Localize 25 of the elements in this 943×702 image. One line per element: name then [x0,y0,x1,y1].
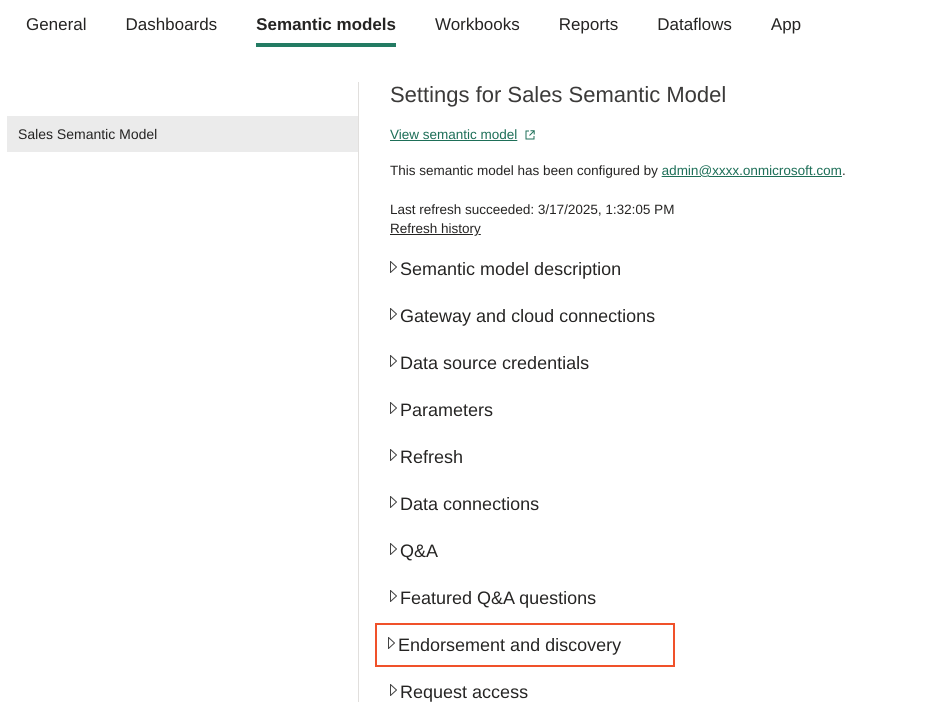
sidebar-item[interactable]: Sales Semantic Model [7,116,358,152]
external-link-icon [525,130,536,140]
nav-tab[interactable]: Semantic models [256,0,396,47]
nav-tab[interactable]: Workbooks [434,0,520,47]
section-header[interactable]: Semantic model description [390,259,622,279]
settings-title: Settings for Sales Semantic Model [390,81,726,109]
section-header[interactable]: Request access [390,682,528,702]
section-header[interactable]: Featured Q&A questions [390,588,596,608]
section-header[interactable]: Data source credentials [390,353,590,373]
section-header[interactable]: Gateway and cloud connections [390,306,656,326]
highlighted-section-header[interactable]: Endorsement and discovery [375,623,676,667]
admin-email-link[interactable]: admin@xxxx.onmicrosoft.com [662,163,842,178]
nav-tab[interactable]: Reports [558,0,618,47]
nav-tab[interactable]: Dataflows [657,0,732,47]
section-header[interactable]: Parameters [390,400,494,420]
section-header[interactable]: Refresh [390,447,464,467]
refresh-history-link[interactable]: Refresh history [390,220,481,238]
section-header[interactable]: Q&A [390,541,438,561]
section-header[interactable]: Data connections [390,494,540,514]
configured-by-text: This semantic model has been configured by admin@xxxx.onmicrosoft.com. [390,162,846,180]
view-model-link[interactable]: View semantic model [390,126,518,144]
last-refresh-text: Last refresh succeeded: 3/17/2025, 1:32:05 PM [390,201,674,219]
nav-tab[interactable]: App [770,0,802,47]
nav-tab[interactable]: Dashboards [125,0,218,47]
nav-tab[interactable]: General [26,0,86,47]
